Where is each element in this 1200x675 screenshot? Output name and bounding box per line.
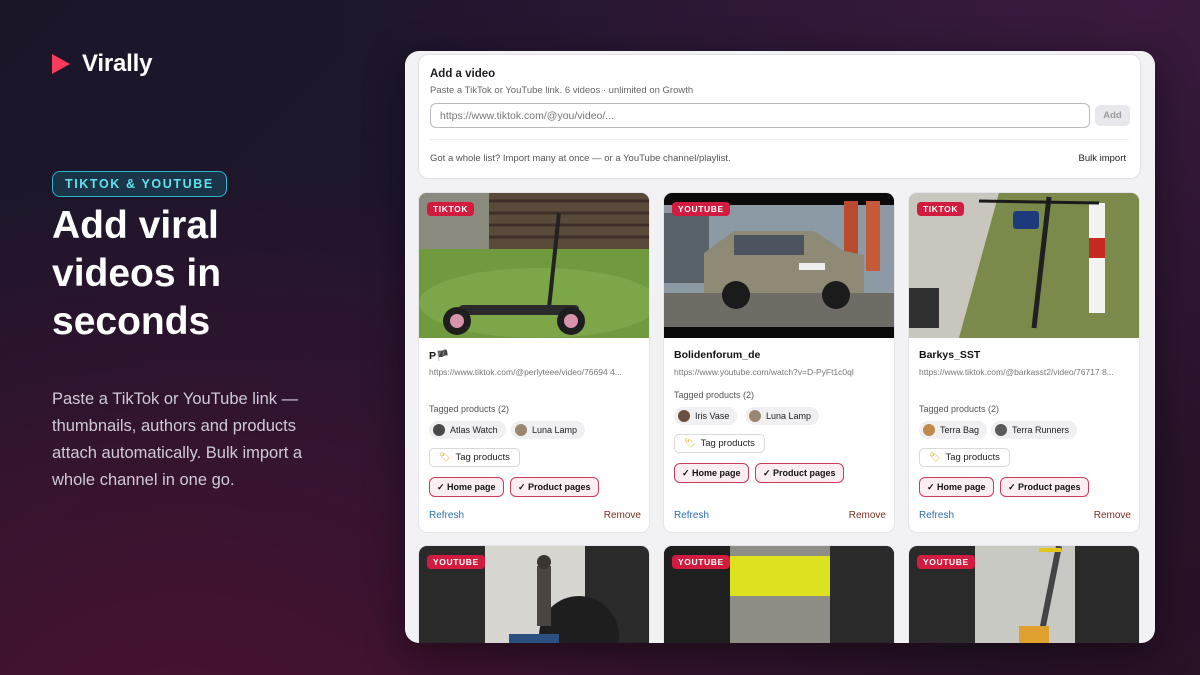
remove-link[interactable]: Remove <box>849 510 886 521</box>
video-thumbnail[interactable]: YOUTUBE <box>664 546 894 643</box>
bulk-import-button[interactable]: Bulk import <box>1078 153 1126 164</box>
video-card: YOUTUBE <box>418 545 650 643</box>
headline-line: seconds <box>52 300 211 343</box>
add-video-title: Add a video <box>430 68 496 80</box>
tagged-products-label: Tagged products (2) <box>919 404 1000 414</box>
refresh-link[interactable]: Refresh <box>919 510 954 521</box>
product-thumb-icon <box>433 424 445 436</box>
platform-badge: TIKTOK <box>427 202 475 216</box>
brand-name: Virally <box>82 50 153 77</box>
refresh-link[interactable]: Refresh <box>674 510 709 521</box>
product-chip[interactable]: Atlas Watch <box>429 421 506 439</box>
video-card: TIKTOK P🏴 https://www.tiktok.com/@perlyt… <box>418 192 650 533</box>
product-chip-label: Iris Vase <box>695 411 730 421</box>
product-chip-label: Luna Lamp <box>766 411 812 421</box>
tag-products-button[interactable]: 🏷 Tag products <box>919 448 1010 467</box>
product-thumb-icon <box>678 410 690 422</box>
video-card: YOUTUBE Bolidenforum_de https://www.yout… <box>663 192 895 533</box>
video-url: https://www.youtube.com/watch?v=D-PyFt1c… <box>674 367 854 377</box>
video-url: https://www.tiktok.com/@perlyteee/video/… <box>429 367 622 377</box>
product-chip-label: Terra Runners <box>1012 425 1070 435</box>
play-icon <box>52 54 70 74</box>
divider <box>430 139 1129 140</box>
add-button[interactable]: Add <box>1095 105 1130 126</box>
product-chip-label: Atlas Watch <box>450 425 498 435</box>
product-chip[interactable]: Iris Vase <box>674 407 738 425</box>
video-thumbnail[interactable]: TIKTOK <box>419 193 649 338</box>
remove-link[interactable]: Remove <box>1094 510 1131 521</box>
tag-icon: 🏷 <box>684 438 696 448</box>
product-chip[interactable]: Luna Lamp <box>511 421 586 439</box>
video-thumbnail[interactable]: TIKTOK <box>909 193 1139 338</box>
brand-logo: Virally <box>52 50 152 78</box>
remove-link[interactable]: Remove <box>604 510 641 521</box>
product-pages-toggle[interactable]: ✓ Product pages <box>510 477 599 497</box>
tag-products-button[interactable]: 🏷 Tag products <box>429 448 520 467</box>
video-author: Barkys_SST <box>919 349 981 361</box>
tag-icon: 🏷 <box>929 452 941 462</box>
platform-badge: YOUTUBE <box>917 555 975 569</box>
tag-products-label: Tag products <box>945 452 1000 463</box>
video-thumbnail[interactable]: YOUTUBE <box>419 546 649 643</box>
bulk-note: Got a whole list? Import many at once — … <box>430 153 731 164</box>
headline-line: Add viral <box>52 204 219 247</box>
video-thumbnail[interactable]: YOUTUBE <box>909 546 1139 643</box>
video-card: YOUTUBE <box>663 545 895 643</box>
product-pages-toggle[interactable]: ✓ Product pages <box>1000 477 1089 497</box>
add-video-subtitle: Paste a TikTok or YouTube link. 6 videos… <box>430 85 694 96</box>
video-url: https://www.tiktok.com/@barkasst2/video/… <box>919 367 1114 377</box>
home-page-toggle[interactable]: ✓ Home page <box>674 463 749 483</box>
video-author: Bolidenforum_de <box>674 349 761 361</box>
product-pages-toggle[interactable]: ✓ Product pages <box>755 463 844 483</box>
tagged-products-label: Tagged products (2) <box>674 390 755 400</box>
video-card: TIKTOK Barkys_SST https://www.tiktok.com… <box>908 192 1140 533</box>
lead-text: Paste a TikTok or YouTube link — thumbna… <box>52 390 303 489</box>
video-card: YOUTUBE <box>908 545 1140 643</box>
product-chip-label: Luna Lamp <box>532 425 578 435</box>
product-thumb-icon <box>923 424 935 436</box>
add-video-panel: Add a video Paste a TikTok or YouTube li… <box>418 54 1141 179</box>
product-chip-label: Terra Bag <box>940 425 980 435</box>
platform-badge: YOUTUBE <box>672 555 730 569</box>
video-url-input[interactable] <box>430 103 1090 128</box>
tagged-products-label: Tagged products (2) <box>429 404 510 414</box>
platform-badge: YOUTUBE <box>427 555 485 569</box>
product-thumb-icon <box>995 424 1007 436</box>
headline-line: videos in <box>52 252 222 295</box>
product-chip[interactable]: Terra Bag <box>919 421 988 439</box>
tag-products-label: Tag products <box>700 438 755 449</box>
video-thumbnail[interactable]: YOUTUBE <box>664 193 894 338</box>
product-chip[interactable]: Luna Lamp <box>745 407 820 425</box>
platform-badge: TIKTOK <box>917 202 965 216</box>
video-author: P🏴 <box>429 350 450 362</box>
tag-products-button[interactable]: 🏷 Tag products <box>674 434 765 453</box>
home-page-toggle[interactable]: ✓ Home page <box>429 477 504 497</box>
platform-badge: YOUTUBE <box>672 202 730 216</box>
home-page-toggle[interactable]: ✓ Home page <box>919 477 994 497</box>
app-window: Add a video Paste a TikTok or YouTube li… <box>405 51 1155 643</box>
tag-icon: 🏷 <box>439 452 451 462</box>
refresh-link[interactable]: Refresh <box>429 510 464 521</box>
product-thumb-icon <box>515 424 527 436</box>
tag-products-label: Tag products <box>455 452 510 463</box>
platform-pill: TIKTOK & YOUTUBE <box>52 171 227 197</box>
product-chip[interactable]: Terra Runners <box>991 421 1078 439</box>
product-thumb-icon <box>749 410 761 422</box>
headline: Add viral videos in seconds <box>52 202 372 346</box>
